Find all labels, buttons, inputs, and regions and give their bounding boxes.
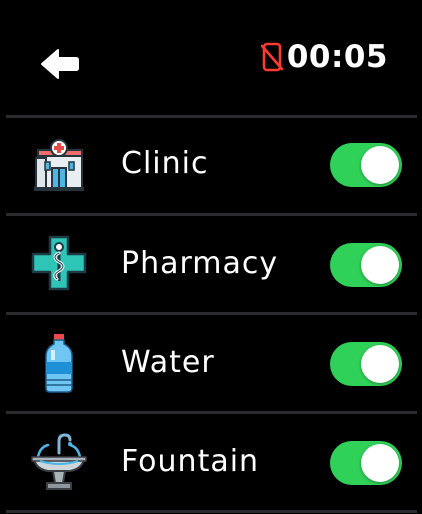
- pharmacy-toggle[interactable]: [330, 243, 402, 287]
- toggle-knob: [361, 246, 399, 284]
- water-bottle-icon: [28, 332, 90, 394]
- clinic-toggle[interactable]: [330, 143, 402, 187]
- list-item-label: Pharmacy: [121, 246, 279, 281]
- water-toggle[interactable]: [330, 342, 402, 386]
- list-item-pharmacy[interactable]: Pharmacy: [0, 216, 422, 312]
- toggle-knob: [361, 444, 399, 482]
- phone-disconnected-icon: [259, 41, 285, 73]
- status-bar: 00:05: [0, 0, 422, 116]
- divider: [6, 510, 417, 513]
- back-button[interactable]: [38, 46, 82, 82]
- list-item-label: Water: [121, 345, 215, 380]
- list-item-water[interactable]: Water: [0, 315, 422, 411]
- fountain-icon: [28, 430, 90, 492]
- clock-time: 00:05: [286, 39, 388, 75]
- toggle-knob: [361, 146, 399, 184]
- list-item-clinic[interactable]: Clinic: [0, 117, 422, 213]
- list-item-label: Clinic: [121, 146, 209, 181]
- clock-group: 00:05: [259, 38, 388, 76]
- back-arrow-icon: [41, 49, 79, 79]
- clinic-icon: [28, 134, 90, 196]
- toggle-knob: [361, 345, 399, 383]
- list-item-label: Fountain: [121, 444, 260, 479]
- list-item-fountain[interactable]: Fountain: [0, 414, 422, 510]
- fountain-toggle[interactable]: [330, 441, 402, 485]
- pharmacy-icon: [28, 232, 90, 294]
